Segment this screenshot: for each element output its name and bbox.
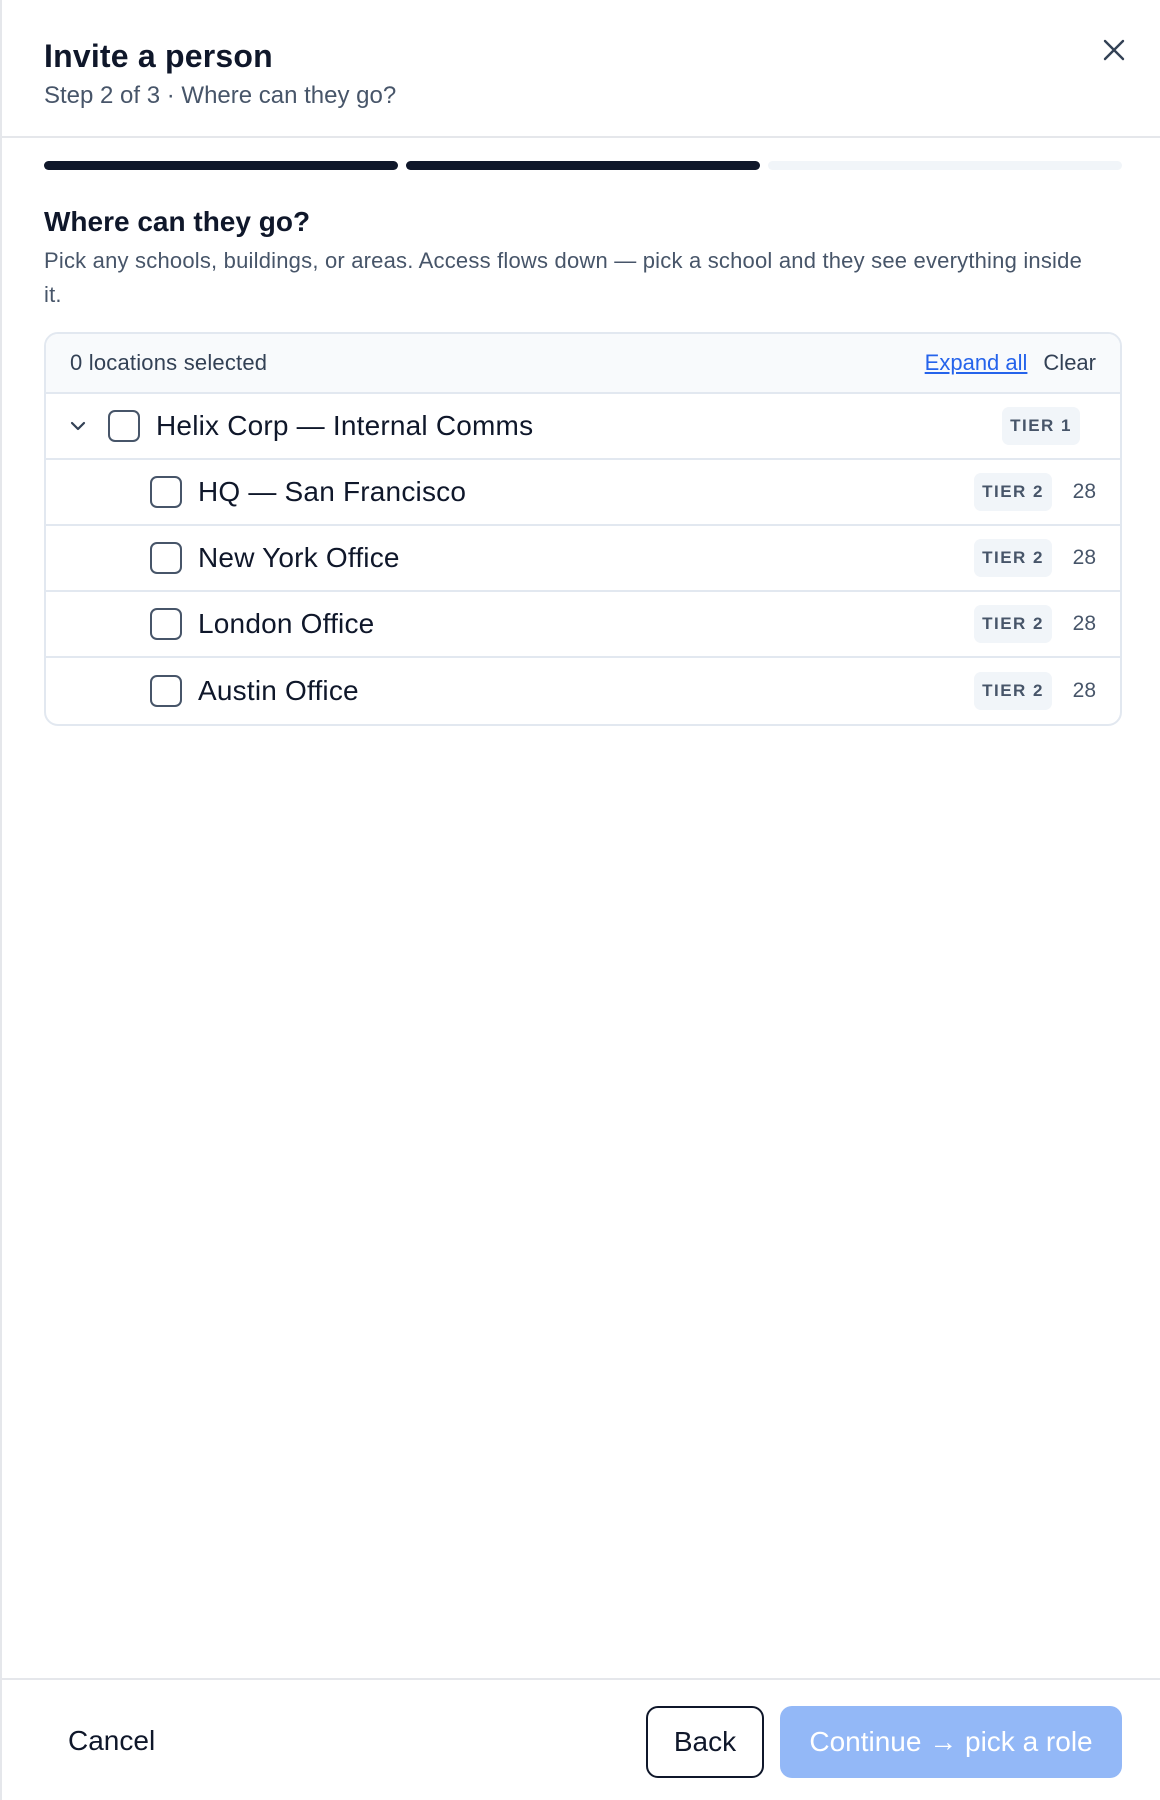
location-checkbox[interactable]: [150, 476, 182, 508]
step-progress: [44, 161, 1122, 170]
tier-badge: TIER 2: [974, 539, 1052, 577]
continue-button[interactable]: Continue → pick a role: [780, 1706, 1122, 1778]
tree-row[interactable]: London Office TIER 2 28: [46, 592, 1120, 658]
cancel-button[interactable]: Cancel: [44, 1706, 179, 1776]
member-count: 28: [1072, 546, 1096, 569]
member-count: 28: [1072, 612, 1096, 635]
expand-all-link[interactable]: Expand all: [925, 350, 1028, 376]
back-button[interactable]: Back: [646, 1706, 764, 1778]
location-checkbox[interactable]: [150, 675, 182, 707]
tier-badge: TIER 2: [974, 605, 1052, 643]
location-checkbox[interactable]: [150, 608, 182, 640]
tree-row[interactable]: New York Office TIER 2 28: [46, 526, 1120, 592]
progress-step-1: [44, 161, 398, 170]
section-description: Pick any schools, buildings, or areas. A…: [44, 248, 1083, 307]
tree-toolbar: 0 locations selected Expand all Clear: [46, 334, 1120, 394]
root-checkbox[interactable]: [108, 410, 140, 442]
invite-dialog: Invite a person Step 2 of 3 · Where can …: [0, 0, 1160, 1800]
tree-row[interactable]: HQ — San Francisco TIER 2 28: [46, 460, 1120, 526]
section-title: Where can they go?: [44, 206, 311, 237]
location-tree: 0 locations selected Expand all Clear He…: [44, 332, 1122, 726]
member-count: 28: [1072, 679, 1096, 702]
tree-row-label: Austin Office: [198, 675, 359, 706]
tree-row-label: HQ — San Francisco: [198, 476, 467, 507]
selected-count: 0 locations selected: [70, 350, 268, 375]
location-checkbox[interactable]: [150, 542, 182, 574]
tier-badge: TIER 1: [1002, 407, 1080, 445]
collapse-toggle[interactable]: [58, 406, 98, 446]
progress-step-3: [768, 161, 1122, 170]
clear-button[interactable]: Clear: [1043, 350, 1096, 376]
member-count: 28: [1072, 480, 1096, 503]
tree-row-label: Helix Corp — Internal Comms: [156, 410, 534, 441]
progress-step-2: [406, 161, 760, 170]
close-icon: [1103, 39, 1125, 61]
tree-row-label: New York Office: [198, 542, 400, 573]
tier-badge: TIER 2: [974, 672, 1052, 710]
dialog-subtitle: Step 2 of 3 · Where can they go?: [44, 82, 397, 109]
tree-row[interactable]: Austin Office TIER 2 28: [46, 658, 1120, 724]
tree-row-root[interactable]: Helix Corp — Internal Comms TIER 1: [46, 394, 1120, 460]
dialog-footer: Cancel Back Continue → pick a role: [2, 1678, 1160, 1800]
chevron-down-icon: [70, 421, 86, 431]
close-button[interactable]: [1092, 28, 1136, 72]
dialog-header: Invite a person Step 2 of 3 · Where can …: [2, 0, 1160, 138]
tier-badge: TIER 2: [974, 473, 1052, 511]
dialog-title: Invite a person: [44, 38, 273, 74]
tree-row-label: London Office: [198, 608, 375, 639]
